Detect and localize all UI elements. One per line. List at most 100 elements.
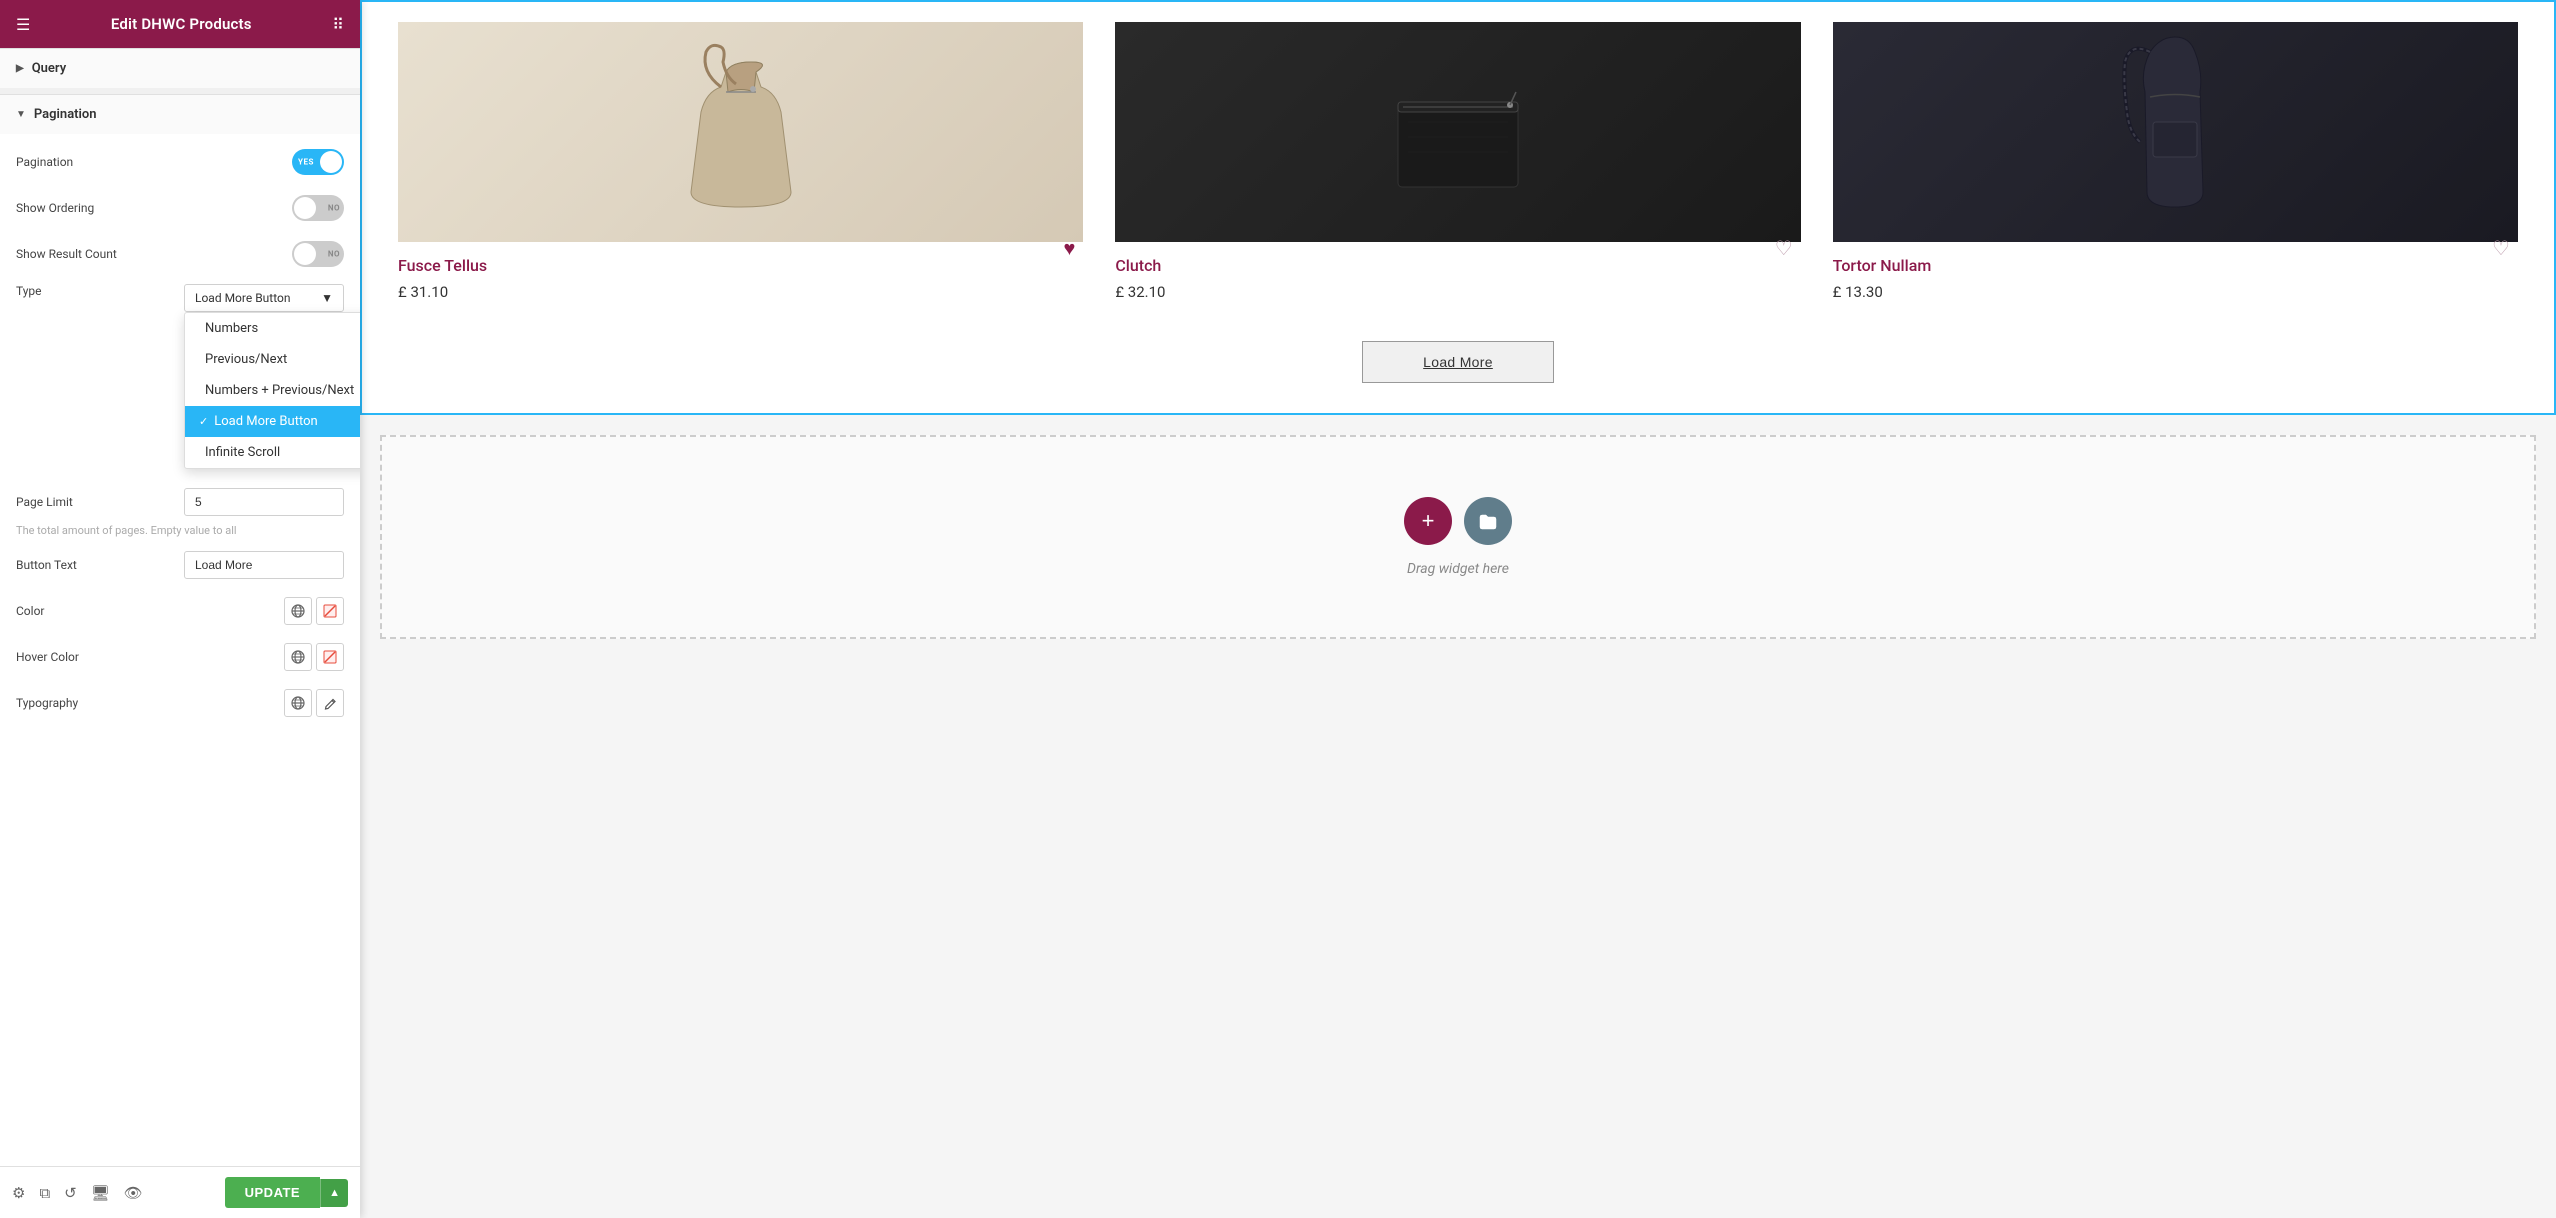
- update-button[interactable]: UPDATE: [225, 1177, 320, 1208]
- pagination-toggle-track[interactable]: YES: [292, 149, 344, 175]
- show-ordering-toggle-thumb: [294, 197, 316, 219]
- bottom-toolbar: ⚙ ⧉ ↺ 🖥 👁 UPDATE ▲: [0, 1166, 360, 1218]
- hover-color-slash-btn[interactable]: [316, 643, 344, 671]
- type-selected-value: Load More Button: [195, 291, 291, 305]
- show-ordering-toggle-label: NO: [328, 204, 340, 213]
- type-dropdown-overlay: Numbers Previous/Next Numbers + Previous…: [184, 312, 360, 469]
- typography-icon-group: [284, 689, 344, 717]
- typography-globe-btn[interactable]: [284, 689, 312, 717]
- pagination-field-label: Pagination: [16, 155, 292, 169]
- dropdown-item-numbers[interactable]: Numbers: [185, 313, 360, 344]
- check-icon-load-more: ✓: [199, 415, 208, 428]
- product-card-3: Tortor Nullam £ 13.30 ♡: [1817, 22, 2534, 321]
- panel-content: ▶ Query ▼ Pagination Pagination YES: [0, 48, 360, 1218]
- button-text-label: Button Text: [16, 558, 184, 572]
- color-slash-btn[interactable]: [316, 597, 344, 625]
- button-text-field-row: Button Text: [16, 549, 344, 581]
- main-area: Fusce Tellus £ 31.10 ♥: [360, 0, 2556, 1218]
- show-result-count-field-row: Show Result Count NO: [16, 238, 344, 270]
- update-dropdown-button[interactable]: ▲: [320, 1179, 348, 1207]
- product-price-3: £ 13.30: [1833, 283, 2518, 301]
- hover-color-globe-btn[interactable]: [284, 643, 312, 671]
- dropdown-item-load-more[interactable]: ✓ Load More Button: [185, 406, 360, 437]
- query-section-label: Query: [32, 61, 66, 76]
- query-arrow-icon: ▶: [16, 63, 24, 74]
- dropdown-label-numbers: Numbers: [205, 321, 258, 336]
- button-text-input[interactable]: [184, 551, 344, 579]
- dropdown-label-prev-next: Previous/Next: [205, 352, 287, 367]
- update-btn-group: UPDATE ▲: [225, 1177, 348, 1208]
- dropdown-label-infinite: Infinite Scroll: [205, 445, 280, 460]
- pagination-toggle-thumb: [320, 151, 342, 173]
- pagination-toggle-label: YES: [298, 158, 314, 167]
- history-icon[interactable]: ↺: [64, 1184, 77, 1202]
- show-ordering-toggle-track[interactable]: NO: [292, 195, 344, 221]
- show-result-count-toggle-track[interactable]: NO: [292, 241, 344, 267]
- color-globe-btn[interactable]: [284, 597, 312, 625]
- product-heart-3[interactable]: ♡: [2492, 236, 2510, 260]
- settings-icon[interactable]: ⚙: [12, 1184, 25, 1202]
- dropdown-item-infinite-scroll[interactable]: Infinite Scroll: [185, 437, 360, 468]
- pagination-section-header[interactable]: ▼ Pagination: [0, 94, 360, 134]
- page-limit-input[interactable]: [184, 488, 344, 516]
- query-section-header[interactable]: ▶ Query: [0, 48, 360, 88]
- hamburger-icon[interactable]: ☰: [16, 15, 30, 34]
- show-result-count-toggle-thumb: [294, 243, 316, 265]
- product-price-2: £ 32.10: [1115, 283, 1800, 301]
- product-heart-1[interactable]: ♥: [1063, 236, 1075, 261]
- pagination-section-label: Pagination: [34, 107, 97, 122]
- dropdown-item-previous-next[interactable]: Previous/Next: [185, 344, 360, 375]
- grid-icon[interactable]: ⠿: [332, 15, 344, 34]
- dropdown-label-load-more: Load More Button: [214, 414, 317, 429]
- widget-drop-area: + Drag widget here: [380, 435, 2536, 639]
- color-field-row: Color: [16, 595, 344, 627]
- left-panel: ☰ Edit DHWC Products ⠿ ▶ Query ▼ Paginat…: [0, 0, 360, 1218]
- color-icon-group: [284, 597, 344, 625]
- show-ordering-label: Show Ordering: [16, 201, 292, 215]
- page-limit-label: Page Limit: [16, 495, 184, 509]
- dropdown-label-nums-prev-next: Numbers + Previous/Next: [205, 383, 354, 398]
- add-widget-button[interactable]: +: [1404, 497, 1452, 545]
- product-name-3: Tortor Nullam: [1833, 256, 2518, 275]
- panel-header: ☰ Edit DHWC Products ⠿: [0, 0, 360, 48]
- layers-icon[interactable]: ⧉: [39, 1184, 50, 1202]
- product-name-2: Clutch: [1115, 256, 1800, 275]
- product-card-2: Clutch £ 32.10 ♡: [1099, 22, 1816, 321]
- type-field-label: Type: [16, 284, 184, 298]
- pagination-arrow-icon: ▼: [16, 109, 26, 120]
- dropdown-item-numbers-prev-next[interactable]: Numbers + Previous/Next: [185, 375, 360, 406]
- typography-field-row: Typography: [16, 687, 344, 719]
- hover-color-icon-group: [284, 643, 344, 671]
- type-select-display[interactable]: Load More Button ▼: [184, 284, 344, 312]
- type-dropdown-arrow: ▼: [321, 291, 333, 305]
- show-result-count-toggle[interactable]: NO: [292, 241, 344, 267]
- page-limit-hint: The total amount of pages. Empty value t…: [16, 524, 344, 537]
- typography-pencil-btn[interactable]: [316, 689, 344, 717]
- product-price-1: £ 31.10: [398, 283, 1083, 301]
- type-field-row: Type Load More Button ▼ Numbers: [16, 284, 344, 312]
- add-folder-button[interactable]: [1464, 497, 1512, 545]
- widget-add-buttons: +: [1404, 497, 1512, 545]
- show-result-count-toggle-label: NO: [328, 250, 340, 259]
- product-image-1: [398, 22, 1083, 242]
- panel-title: Edit DHWC Products: [111, 15, 252, 33]
- color-label: Color: [16, 604, 284, 618]
- hover-color-field-row: Hover Color: [16, 641, 344, 673]
- desktop-icon[interactable]: 🖥: [91, 1184, 110, 1202]
- products-section: Fusce Tellus £ 31.10 ♥: [360, 0, 2556, 415]
- pagination-field-row: Pagination YES: [16, 146, 344, 178]
- typography-label: Typography: [16, 696, 284, 710]
- load-more-container: Load More: [382, 321, 2534, 393]
- show-ordering-toggle[interactable]: NO: [292, 195, 344, 221]
- pagination-toggle[interactable]: YES: [292, 149, 344, 175]
- page-limit-field-row: Page Limit: [16, 486, 344, 518]
- products-grid: Fusce Tellus £ 31.10 ♥: [382, 22, 2534, 321]
- show-ordering-field-row: Show Ordering NO: [16, 192, 344, 224]
- load-more-button[interactable]: Load More: [1362, 341, 1554, 383]
- product-image-3: [1833, 22, 2518, 242]
- show-result-count-label: Show Result Count: [16, 247, 292, 261]
- product-heart-2[interactable]: ♡: [1775, 236, 1793, 260]
- eye-icon[interactable]: 👁: [124, 1184, 143, 1202]
- hover-color-label: Hover Color: [16, 650, 284, 664]
- product-name-1: Fusce Tellus: [398, 256, 1083, 275]
